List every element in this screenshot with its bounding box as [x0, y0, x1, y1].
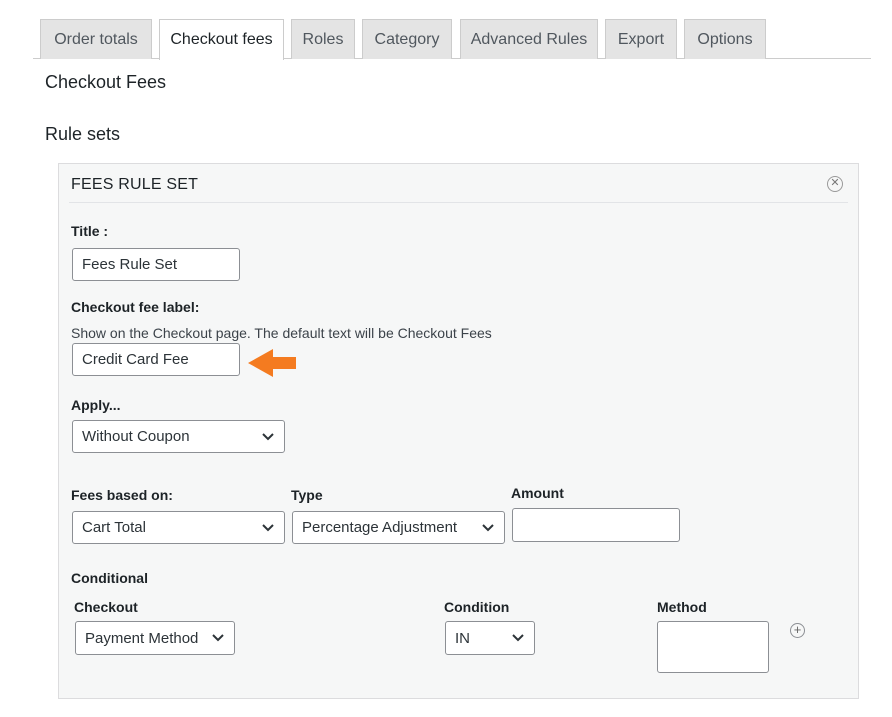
tab-roles[interactable]: Roles [291, 19, 355, 59]
checkout-select-value: Payment Method [85, 629, 199, 647]
checkout-fee-label-label: Checkout fee label: [71, 299, 200, 315]
checkout-select[interactable]: Payment Method [75, 621, 235, 655]
chevron-down-icon [262, 523, 274, 531]
fees-based-on-value: Cart Total [82, 519, 146, 536]
section-title: Rule sets [45, 124, 121, 144]
fees-based-on-select[interactable]: Cart Total [72, 511, 285, 544]
apply-select[interactable]: Without Coupon [72, 420, 285, 453]
tab-export[interactable]: Export [605, 19, 677, 59]
chevron-down-icon [512, 634, 524, 642]
chevron-down-icon [482, 523, 494, 531]
tab-order-totals[interactable]: Order totals [40, 19, 152, 59]
amount-input[interactable] [512, 508, 680, 542]
close-icon[interactable]: ✕ [827, 176, 843, 192]
panel-title: FEES RULE SET [71, 176, 199, 193]
add-condition-icon[interactable]: + [790, 623, 805, 638]
panel-divider [69, 202, 848, 203]
amount-label: Amount [511, 485, 564, 501]
tab-checkout-fees[interactable]: Checkout fees [159, 19, 284, 60]
tab-category[interactable]: Category [362, 19, 452, 59]
checkout-fee-label-description: Show on the Checkout page. The default t… [71, 325, 492, 341]
conditional-label: Conditional [71, 570, 148, 586]
condition-label: Condition [444, 599, 510, 615]
type-label: Type [291, 487, 323, 503]
apply-select-value: Without Coupon [82, 428, 190, 445]
annotation-arrow-icon [248, 349, 296, 377]
chevron-down-icon [212, 634, 224, 642]
checkout-fee-label-input[interactable]: Credit Card Fee [72, 343, 240, 376]
tab-options[interactable]: Options [684, 19, 766, 59]
condition-select-value: IN [455, 629, 470, 647]
method-multiselect[interactable] [657, 621, 769, 673]
fees-based-on-label: Fees based on: [71, 487, 173, 503]
method-label: Method [657, 599, 707, 615]
checkout-label: Checkout [74, 599, 138, 615]
title-input[interactable]: Fees Rule Set [72, 248, 240, 281]
tab-advanced-rules[interactable]: Advanced Rules [460, 19, 598, 59]
type-select[interactable]: Percentage Adjustment [292, 511, 505, 544]
chevron-down-icon [262, 432, 274, 440]
apply-label: Apply... [71, 397, 121, 413]
title-label: Title : [71, 223, 109, 239]
condition-select[interactable]: IN [445, 621, 535, 655]
type-select-value: Percentage Adjustment [302, 519, 458, 536]
page-title: Checkout Fees [45, 72, 167, 92]
